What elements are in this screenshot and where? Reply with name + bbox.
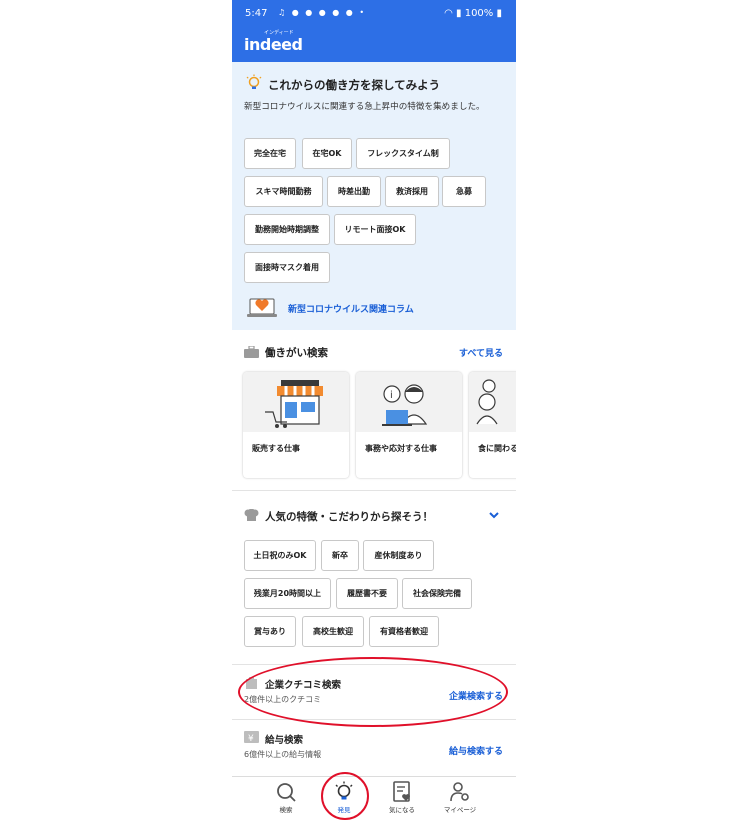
nav-search[interactable]: 検索 — [256, 781, 316, 821]
svg-text:¥: ¥ — [248, 734, 254, 743]
nav-label: 検索 — [279, 806, 293, 814]
chip-remote-full[interactable]: 完全在宅 — [244, 138, 296, 169]
signal-icon: ▮ — [456, 8, 462, 19]
card-sales-jobs[interactable]: 販売する仕事 — [243, 372, 349, 478]
nav-label: マイページ — [443, 806, 477, 814]
chip-relief-hiring[interactable]: 救済採用 — [385, 176, 439, 207]
svg-text:i: i — [390, 390, 393, 401]
salary-subtitle: 6億件以上の給与情報 — [244, 750, 322, 759]
nav-label: 気になる — [389, 806, 415, 814]
card-label: 販売する仕事 — [252, 444, 300, 453]
status-bar: 5:47 ♫ ● ● ● ● ● • ◠ ▮ 100% ▮ — [232, 0, 516, 28]
logo-kana: インディード — [264, 30, 294, 36]
battery-icon: ▮ — [496, 8, 502, 19]
work-search-title: 働きがい検索 — [265, 347, 328, 359]
card-image: i — [356, 372, 462, 432]
salary-search-link[interactable]: 給与検索する — [449, 744, 503, 757]
status-time: 5:47 — [245, 8, 268, 19]
chip-bonus[interactable]: 賞与あり — [244, 616, 296, 647]
annotation-oval — [238, 657, 508, 727]
card-label: 事務や応対する仕事 — [365, 444, 437, 453]
battery-level: 100% — [464, 8, 494, 19]
chip-maternity-leave[interactable]: 産休制度あり — [363, 540, 434, 571]
chip-start-date-adjust[interactable]: 勤務開始時期調整 — [244, 214, 330, 245]
profile-settings-icon — [450, 782, 469, 802]
store-icon — [265, 380, 323, 428]
notification-icons: ♫ ● ● ● ● ● • — [278, 8, 367, 17]
briefcase-icon — [244, 346, 259, 358]
indeed-logo[interactable]: インディード indeed — [244, 30, 303, 54]
promo-description: 新型コロナウイルスに関連する急上昇中の特徴を集めました。 — [244, 102, 485, 112]
chip-remote-interview[interactable]: リモート面接OK — [334, 214, 416, 245]
saved-jobs-icon — [393, 781, 410, 802]
bottom-navigation: 検索 発見 気になる マイページ — [232, 776, 516, 822]
promo-title: これからの働き方を探してみよう — [268, 78, 441, 92]
yen-icon: ¥ — [244, 731, 259, 743]
card-label: 食に関わる — [478, 444, 516, 453]
work-category-carousel[interactable]: 販売する仕事 i 事務や応対する仕事 食に関わる — [243, 372, 516, 480]
chip-no-resume[interactable]: 履歴書不要 — [336, 578, 398, 609]
chip-new-grad[interactable]: 新卒 — [321, 540, 359, 571]
chip-urgent[interactable]: 急募 — [442, 176, 486, 207]
chip-qualified-welcome[interactable]: 有資格者歓迎 — [369, 616, 439, 647]
app-bar: インディード indeed — [232, 28, 516, 62]
covid-column-link[interactable]: 新型コロナウイルス関連コラム — [288, 302, 414, 315]
annotation-circle — [321, 772, 369, 820]
see-all-link[interactable]: すべて見る — [459, 346, 503, 359]
card-food-jobs[interactable]: 食に関わる — [469, 372, 516, 478]
nav-mypage[interactable]: マイページ — [430, 781, 490, 821]
salary-title: 給与検索 — [265, 735, 304, 746]
logo-text: indeed — [244, 35, 303, 54]
chip-staggered-hours[interactable]: 時差出勤 — [327, 176, 381, 207]
nav-saved[interactable]: 気になる — [372, 781, 432, 821]
laptop-heart-icon — [247, 298, 277, 317]
chip-high-school-welcome[interactable]: 高校生歓迎 — [302, 616, 364, 647]
card-image — [469, 372, 516, 432]
chevron-down-icon[interactable] — [488, 510, 500, 520]
chip-spare-time[interactable]: スキマ時間勤務 — [244, 176, 323, 207]
features-title: 人気の特徴・こだわりから探そう！ — [265, 511, 433, 523]
chip-remote-ok[interactable]: 在宅OK — [302, 138, 352, 169]
card-image — [243, 372, 349, 432]
chef-icon — [476, 379, 498, 425]
chip-overtime-20h[interactable]: 残業月20時間以上 — [244, 578, 331, 609]
chef-hat-icon — [244, 509, 259, 521]
lightbulb-icon — [246, 74, 262, 89]
status-right: ◠ ▮ 100% ▮ — [444, 8, 502, 19]
office-worker-icon: i — [382, 384, 428, 426]
chip-mask-interview[interactable]: 面接時マスク着用 — [244, 252, 330, 283]
chip-social-insurance[interactable]: 社会保険完備 — [402, 578, 472, 609]
chip-flextime[interactable]: フレックスタイム制 — [356, 138, 450, 169]
section-divider — [232, 490, 516, 491]
work-style-promo: これからの働き方を探してみよう 新型コロナウイルスに関連する急上昇中の特徴を集め… — [232, 62, 516, 330]
search-icon — [277, 783, 296, 802]
card-office-jobs[interactable]: i 事務や応対する仕事 — [356, 372, 462, 478]
chip-weekends-only[interactable]: 土日祝のみOK — [244, 540, 316, 571]
wifi-icon: ◠ — [444, 8, 453, 19]
